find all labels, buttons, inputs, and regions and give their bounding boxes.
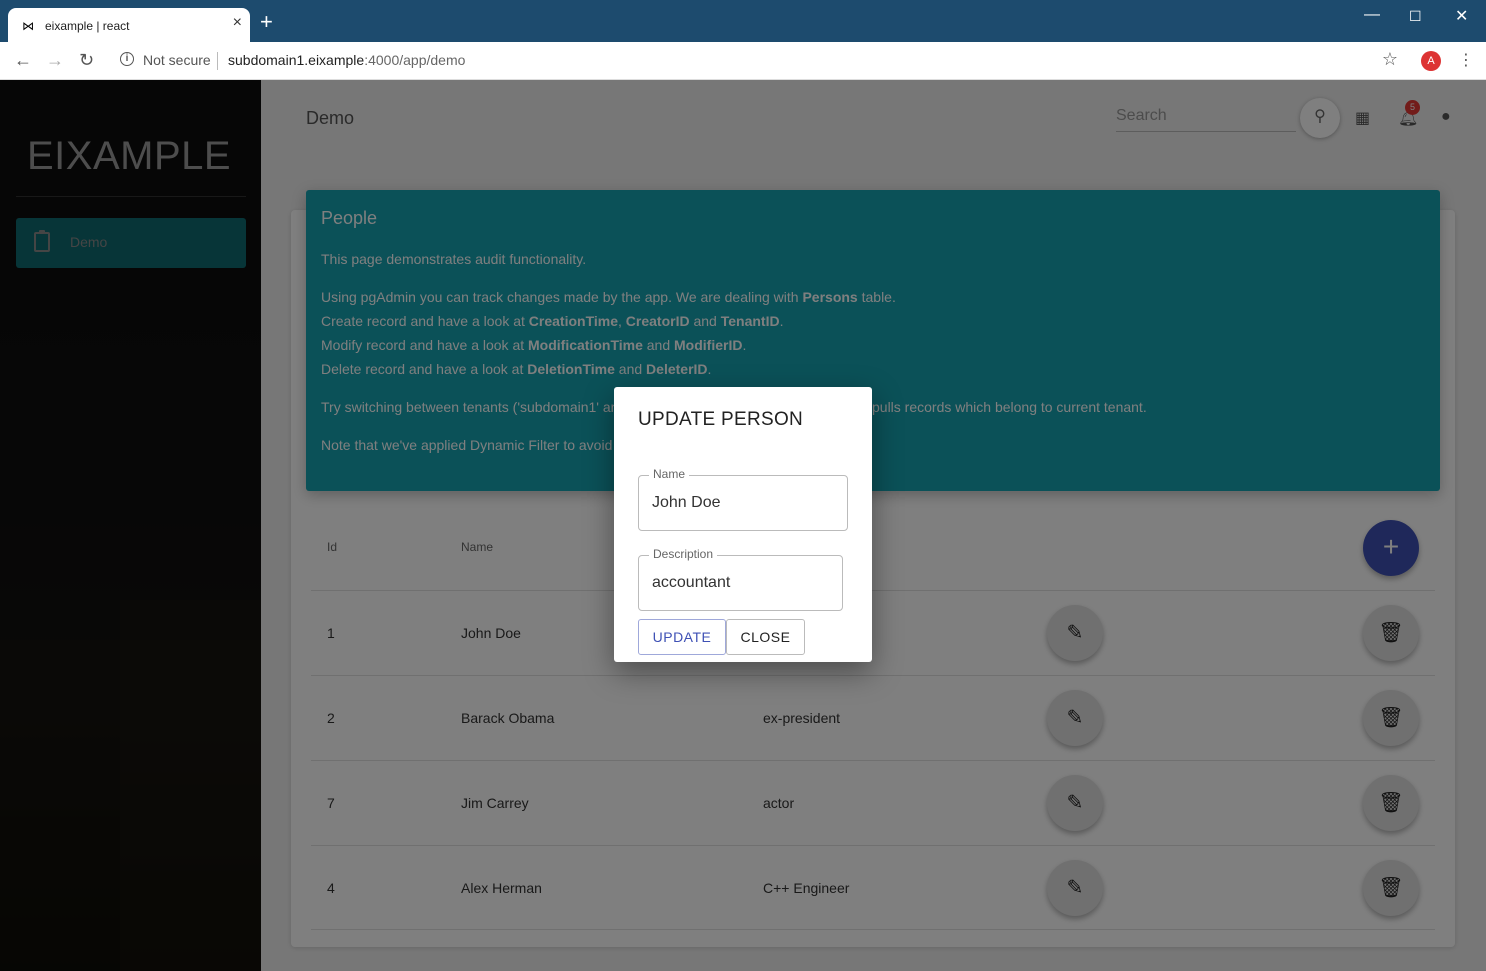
description-field-value[interactable]: accountant [652,574,730,592]
update-person-dialog: UPDATE PERSON Name John Doe Description … [614,387,872,662]
bookmark-star-icon[interactable]: ☆ [1382,49,1398,70]
name-field-label: Name [649,467,690,481]
close-window-icon[interactable]: ✕ [1455,6,1468,26]
tab-title: eixample | react [45,19,130,33]
dialog-title: UPDATE PERSON [638,409,804,430]
close-button[interactable]: CLOSE [726,619,805,655]
omnibox[interactable]: i Not secure subdomain1.eixample:4000/ap… [110,46,1406,76]
url-host: subdomain1.eixample [228,52,365,68]
update-button[interactable]: UPDATE [638,619,726,655]
bowtie-icon: ⋈ [22,19,34,33]
browser-menu-icon[interactable]: ⋮ [1458,50,1474,70]
name-field-value[interactable]: John Doe [652,494,721,512]
forward-icon[interactable]: → [46,50,64,71]
minimize-icon[interactable]: — [1364,6,1380,24]
profile-avatar[interactable]: A [1421,51,1441,71]
back-icon[interactable]: ← [14,50,32,71]
browser-tab[interactable]: ⋈ eixample | react × [8,8,250,42]
info-icon[interactable]: i [120,52,134,66]
separator [217,52,218,70]
name-field[interactable]: Name John Doe [638,467,848,531]
browser-tab-bar: ⋈ eixample | react × + — ☐ ✕ [0,0,1486,42]
reload-icon[interactable]: ↻ [79,50,94,71]
url-text[interactable]: subdomain1.eixample:4000/app/demo [228,52,465,68]
maximize-icon[interactable]: ☐ [1409,8,1422,25]
new-tab-icon[interactable]: + [260,11,273,33]
close-tab-icon[interactable]: × [233,14,242,32]
url-path: :4000/app/demo [364,52,466,68]
address-bar: ← → ↻ i Not secure subdomain1.eixample:4… [0,42,1486,80]
description-field-label: Description [649,547,718,561]
security-label: Not secure [143,52,211,68]
description-field[interactable]: Description accountant [638,547,843,611]
